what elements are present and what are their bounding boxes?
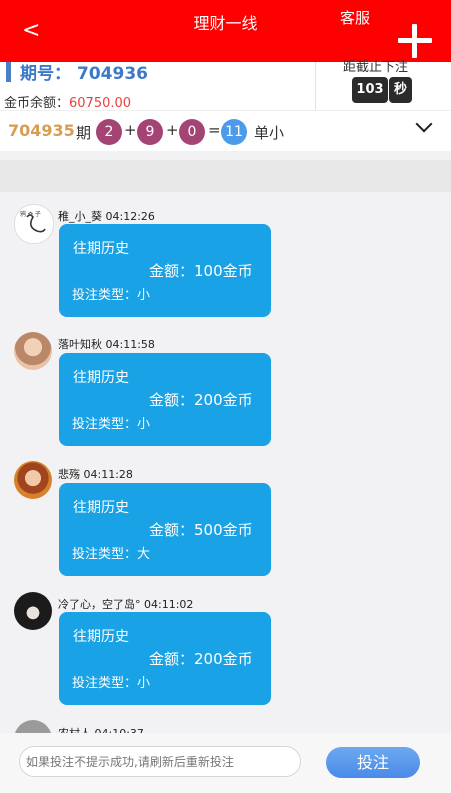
timestamp: 04:11:28 <box>83 468 133 481</box>
result-text: 单小 <box>254 124 285 142</box>
issue-label: 期号： <box>20 64 71 84</box>
bet-amount: 金额：500金币 <box>149 521 253 539</box>
balance: 金币余额：60750.00 <box>4 92 131 111</box>
avatar[interactable] <box>14 332 52 370</box>
header-bar: < 理财一线 客服 <box>0 0 451 62</box>
bet-type: 投注类型：大 <box>72 547 151 562</box>
issue-info-panel: 期号： 704936 金币余额：60750.00 距截止下注 103 秒 <box>0 59 451 111</box>
username: 悲殇 <box>58 468 80 481</box>
svg-text:鸦 ✿ 子: 鸦 ✿ 子 <box>20 210 41 218</box>
bet-bubble[interactable]: 往期历史 金额：200金币 投注类型：小 <box>59 612 271 705</box>
history-label: 往期历史 <box>73 241 129 257</box>
result-sum-ball: 11 <box>221 119 247 145</box>
bet-amount: 金额：200金币 <box>149 391 253 409</box>
result-ball: 0 <box>179 119 205 145</box>
username: 冷了心，空了岛° <box>58 598 141 611</box>
balance-value: 60750.00 <box>69 96 132 111</box>
last-result-row[interactable]: 704935 期 2 + 9 + 0 = 11 单小 <box>0 110 451 151</box>
username: 稚_小_葵 <box>58 210 102 223</box>
username: 落叶知秋 <box>58 338 102 351</box>
plus-icon[interactable] <box>398 24 432 58</box>
avatar[interactable]: 鸦 ✿ 子 <box>14 204 54 244</box>
equals-sign: = <box>208 121 221 139</box>
countdown-value: 103 <box>352 77 388 103</box>
issue-accent-bar <box>6 62 11 82</box>
avatar[interactable] <box>14 461 52 499</box>
history-label: 往期历史 <box>73 500 129 516</box>
last-issue-number: 704935 <box>8 121 75 140</box>
bet-amount: 金额：100金币 <box>149 262 253 280</box>
customer-service-link[interactable]: 客服 <box>340 8 370 29</box>
result-ball: 9 <box>137 119 163 145</box>
timestamp: 04:12:26 <box>105 210 155 223</box>
current-issue: 期号： 704936 <box>20 59 148 84</box>
countdown-unit: 秒 <box>389 77 412 103</box>
bet-amount: 金额：200金币 <box>149 650 253 668</box>
bet-button[interactable]: 投注 <box>326 747 420 778</box>
message-meta: 稚_小_葵 04:12:26 <box>58 208 155 224</box>
bet-input-bar: 如果投注不提示成功,请刷新后重新投注 投注 <box>0 733 451 793</box>
countdown-label: 距截止下注 <box>343 60 409 75</box>
message-meta: 悲殇 04:11:28 <box>58 466 133 482</box>
timestamp: 04:11:58 <box>105 338 155 351</box>
bet-bubble[interactable]: 往期历史 金额：200金币 投注类型：小 <box>59 353 271 446</box>
balance-label: 金币余额： <box>4 96 70 111</box>
timestamp: 04:11:02 <box>144 598 194 611</box>
issue-suffix: 期 <box>76 124 92 142</box>
bet-bubble[interactable]: 往期历史 金额：500金币 投注类型：大 <box>59 483 271 576</box>
bet-type: 投注类型：小 <box>72 676 151 691</box>
bet-type: 投注类型：小 <box>72 288 151 303</box>
page-title: 理财一线 <box>193 14 258 33</box>
message-meta: 落叶知秋 04:11:58 <box>58 336 155 352</box>
result-ball: 2 <box>96 119 122 145</box>
avatar[interactable] <box>14 592 52 630</box>
bet-input[interactable]: 如果投注不提示成功,请刷新后重新投注 <box>19 746 301 777</box>
plus-sign: + <box>124 121 137 139</box>
issue-number: 704936 <box>77 64 148 84</box>
divider <box>315 62 316 110</box>
bet-bubble[interactable]: 往期历史 金额：100金币 投注类型：小 <box>59 224 271 317</box>
message-meta: 冷了心，空了岛° 04:11:02 <box>58 596 193 612</box>
plus-sign: + <box>166 121 179 139</box>
history-label: 往期历史 <box>73 370 129 386</box>
separator-band <box>0 160 451 192</box>
bet-type: 投注类型：小 <box>72 417 151 432</box>
history-label: 往期历史 <box>73 629 129 645</box>
